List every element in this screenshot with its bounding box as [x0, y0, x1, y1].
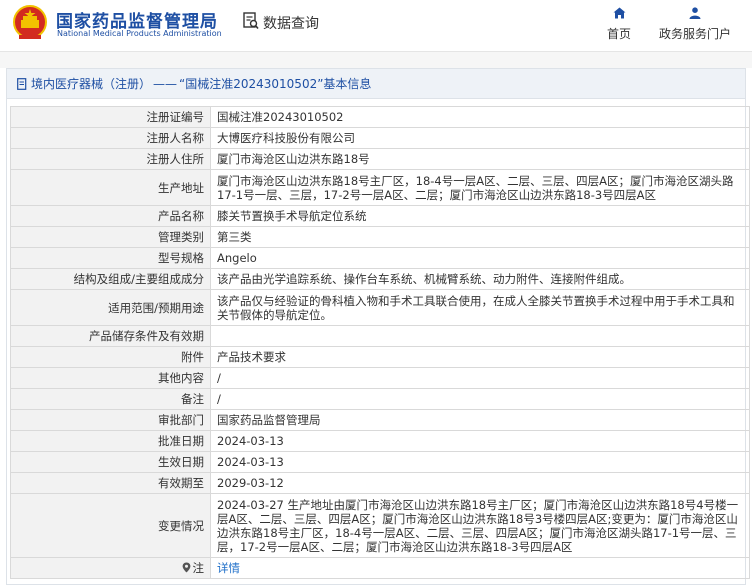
breadcrumb-category[interactable]: 境内医疗器械（注册） — [31, 75, 151, 92]
section-title: 数据查询 — [263, 16, 319, 32]
breadcrumb: 境内医疗器械（注册） —— “国械注准20243010502”基本信息 — [7, 69, 745, 99]
nav-service-portal-label: 政务服务门户 — [658, 27, 731, 41]
detail-panel: 境内医疗器械（注册） —— “国械注准20243010502”基本信息 注册证编… — [6, 68, 750, 585]
table-row: 生产地址 厦门市海沧区山边洪东路18号主厂区，18-4号一层A区、二层、三层、四… — [10, 169, 750, 206]
row-label: 适用范围/预期用途 — [10, 289, 211, 326]
row-label: 批准日期 — [10, 430, 211, 452]
row-value: 国家药品监督管理局 — [210, 409, 750, 431]
row-label: 产品名称 — [10, 205, 211, 227]
row-value: 2024-03-27 生产地址由厦门市海沧区山边洪东路18号主厂区；厦门市海沧区… — [210, 493, 750, 558]
row-label: 结构及组成/主要组成成分 — [10, 268, 211, 290]
row-label: 注册证编号 — [10, 106, 211, 128]
table-row: 审批部门 国家药品监督管理局 — [10, 409, 750, 431]
row-value: 该产品仅与经验证的骨科植入物和手术工具联合使用，在成人全膝关节置换手术过程中用于… — [210, 289, 750, 326]
detail-table: 注册证编号 国械注准20243010502 注册人名称 大博医疗科技股份有限公司… — [10, 106, 750, 579]
location-pin-icon — [182, 562, 190, 573]
site-header: 国家药品监督管理局 National Medical Products Admi… — [0, 0, 752, 52]
table-row: 注册证编号 国械注准20243010502 — [10, 106, 750, 128]
table-row: 注册人住所 厦门市海沧区山边洪东路18号 — [10, 148, 750, 170]
row-label: 有效期至 — [10, 472, 211, 494]
row-value: 国械注准20243010502 — [210, 106, 750, 128]
details-link[interactable]: 详情 — [210, 557, 750, 579]
row-label: 管理类别 — [10, 226, 211, 248]
table-row: 有效期至 2029-03-12 — [10, 472, 750, 494]
row-label: 附件 — [10, 346, 211, 368]
table-row: 注 详情 — [10, 557, 750, 579]
table-row: 备注 / — [10, 388, 750, 410]
document-icon — [17, 77, 27, 90]
search-document-icon — [243, 12, 259, 30]
row-value: 第三类 — [210, 226, 750, 248]
brand-subtitle: National Medical Products Administration — [57, 29, 222, 38]
table-row: 批准日期 2024-03-13 — [10, 430, 750, 452]
note-label-cell: 注 — [10, 557, 211, 579]
row-value: 大博医疗科技股份有限公司 — [210, 127, 750, 149]
table-row: 型号规格 Angelo — [10, 247, 750, 269]
table-row: 适用范围/预期用途 该产品仅与经验证的骨科植入物和手术工具联合使用，在成人全膝关… — [10, 289, 750, 326]
row-value: / — [210, 388, 750, 410]
table-row: 变更情况 2024-03-27 生产地址由厦门市海沧区山边洪东路18号主厂区；厦… — [10, 493, 750, 558]
table-row: 管理类别 第三类 — [10, 226, 750, 248]
row-value: Angelo — [210, 247, 750, 269]
row-value: 膝关节置换手术导航定位系统 — [210, 205, 750, 227]
row-label: 型号规格 — [10, 247, 211, 269]
row-label: 变更情况 — [10, 493, 211, 558]
row-label: 生产地址 — [10, 169, 211, 206]
spacer — [0, 52, 752, 68]
breadcrumb-separator: —— — [153, 76, 178, 91]
table-row: 其他内容 / — [10, 367, 750, 389]
breadcrumb-record: “国械注准20243010502”基本信息 — [179, 77, 372, 91]
nav-service-portal[interactable]: 政务服务门户 — [655, 7, 735, 42]
table-row: 产品储存条件及有效期 — [10, 325, 750, 347]
row-label: 注 — [192, 561, 205, 575]
table-row: 生效日期 2024-03-13 — [10, 451, 750, 473]
table-row: 产品名称 膝关节置换手术导航定位系统 — [10, 205, 750, 227]
row-label: 注册人名称 — [10, 127, 211, 149]
table-row: 注册人名称 大博医疗科技股份有限公司 — [10, 127, 750, 149]
row-label: 备注 — [10, 388, 211, 410]
row-value: 厦门市海沧区山边洪东路18号主厂区，18-4号一层A区、二层、三层、四层A区；厦… — [210, 169, 750, 206]
table-row: 结构及组成/主要组成成分 该产品由光学追踪系统、操作台车系统、机械臂系统、动力附… — [10, 268, 750, 290]
user-icon — [689, 7, 701, 19]
row-value: 2024-03-13 — [210, 451, 750, 473]
row-label: 审批部门 — [10, 409, 211, 431]
row-label: 注册人住所 — [10, 148, 211, 170]
row-label: 产品储存条件及有效期 — [10, 325, 211, 347]
row-value — [210, 325, 750, 347]
nav-home[interactable]: 首页 — [600, 7, 638, 42]
row-label: 生效日期 — [10, 451, 211, 473]
row-value: / — [210, 367, 750, 389]
row-value: 该产品由光学追踪系统、操作台车系统、机械臂系统、动力附件、连接附件组成。 — [210, 268, 750, 290]
home-icon — [613, 7, 625, 19]
national-emblem-icon — [13, 5, 47, 39]
row-value: 2029-03-12 — [210, 472, 750, 494]
row-value: 产品技术要求 — [210, 346, 750, 368]
row-label: 其他内容 — [10, 367, 211, 389]
nav-home-label: 首页 — [606, 27, 631, 41]
row-value: 厦门市海沧区山边洪东路18号 — [210, 148, 750, 170]
row-value: 2024-03-13 — [210, 430, 750, 452]
table-row: 附件 产品技术要求 — [10, 346, 750, 368]
